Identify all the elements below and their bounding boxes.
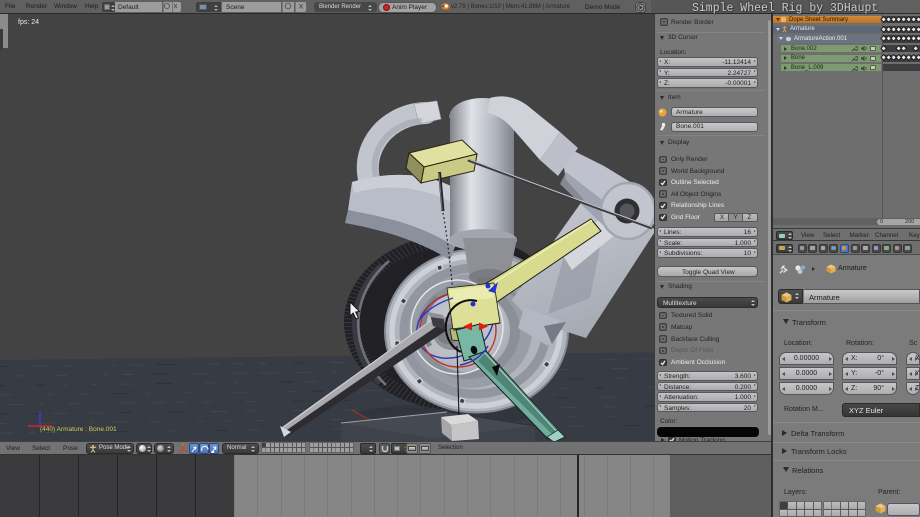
svg-text:fps: 24: fps: 24 xyxy=(18,19,39,26)
svg-text:(440) Armature : Bone.001: (440) Armature : Bone.001 xyxy=(40,426,117,433)
